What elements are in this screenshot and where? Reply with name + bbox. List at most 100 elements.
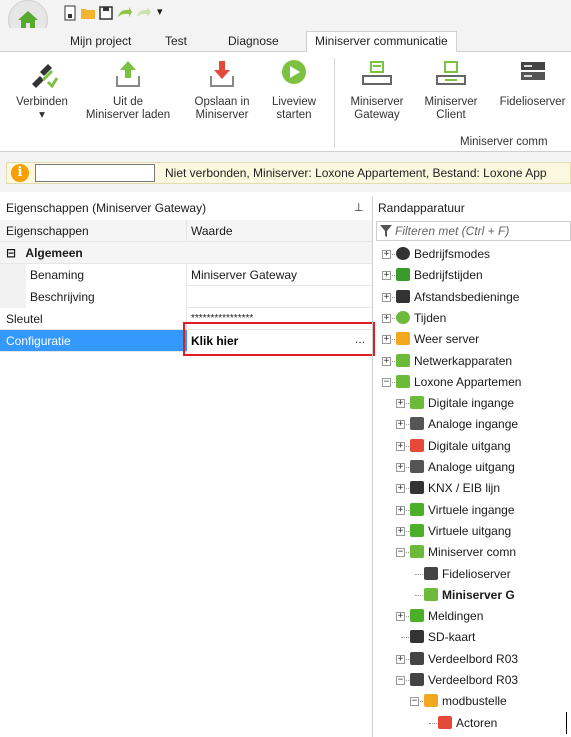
tree-item-label: Netwerkapparaten: [414, 353, 513, 368]
miniserver-gateway-button[interactable]: Miniserver Gateway: [342, 58, 412, 122]
expand-toggle-icon[interactable]: +: [382, 356, 391, 366]
tree-item-label: Verdeelbord R03: [428, 651, 519, 666]
fidelioserver-button[interactable]: Fidelioserver: [494, 58, 571, 109]
tree-item-label: Loxone Appartemen: [414, 374, 522, 389]
ribbon-separator: [334, 58, 335, 148]
tree-item[interactable]: + KNX / EIB lijn: [376, 478, 571, 499]
tree-item[interactable]: + Analoge uitgang: [376, 457, 571, 478]
expand-toggle-icon[interactable]: +: [396, 484, 405, 494]
tree-item[interactable]: − Loxone Appartemen: [376, 372, 571, 393]
expand-toggle-icon[interactable]: +: [396, 399, 405, 409]
tree-item[interactable]: + Bedrijfsmodes: [376, 244, 571, 265]
analog-output-icon: [410, 460, 424, 473]
gear-icon: [396, 247, 410, 260]
miniserver-icon: [396, 374, 410, 388]
messages-icon: [410, 609, 424, 623]
tree-item[interactable]: − Miniserver comn: [376, 542, 571, 563]
gateway-label-line2: Gateway: [354, 109, 400, 121]
property-value[interactable]: Miniserver Gateway: [186, 264, 372, 286]
tree-item[interactable]: SD-kaart: [376, 627, 571, 648]
tree-item[interactable]: + Verdeelbord R03: [376, 649, 571, 670]
group-label: Algemeen: [25, 246, 83, 260]
load-from-miniserver-button[interactable]: Uit de Miniserver laden: [80, 58, 176, 122]
virtual-input-icon: [410, 502, 424, 516]
collapse-toggle-icon[interactable]: −: [382, 377, 391, 387]
tree-item[interactable]: + Netwerkapparaten: [376, 351, 571, 372]
expand-toggle-icon[interactable]: +: [396, 612, 405, 622]
tree-item-label: Miniserver comn: [428, 545, 517, 560]
sd-card-icon: [410, 630, 424, 644]
save-to-miniserver-button[interactable]: Opslaan in Miniserver: [184, 58, 260, 122]
pin-icon[interactable]: ⊥: [354, 198, 364, 218]
digital-input-icon: [410, 396, 424, 410]
new-document-icon[interactable]: [62, 5, 78, 21]
column-header-properties[interactable]: Eigenschappen: [0, 220, 186, 242]
expand-toggle-icon[interactable]: +: [382, 271, 391, 281]
expand-toggle-icon[interactable]: +: [396, 526, 405, 536]
tree-item[interactable]: Actoren: [376, 713, 571, 734]
tree-item[interactable]: + Virtuele ingange: [376, 500, 571, 521]
expand-toggle-icon[interactable]: +: [382, 313, 391, 323]
expand-toggle-icon[interactable]: +: [396, 505, 405, 515]
tree-item[interactable]: + Digitale uitgang: [376, 436, 571, 457]
tree-item[interactable]: + Weer server: [376, 329, 571, 350]
properties-group-row[interactable]: ⊟ Algemeen: [0, 242, 372, 264]
tree-item-label: Miniserver G: [442, 587, 515, 602]
redo-icon[interactable]: [136, 5, 152, 21]
expand-toggle-icon[interactable]: +: [396, 420, 405, 430]
tree-item[interactable]: Fidelioserver: [376, 564, 571, 585]
property-value[interactable]: [186, 286, 372, 308]
tree-item[interactable]: + Digitale ingange: [376, 393, 571, 414]
property-row-benaming[interactable]: Benaming Miniserver Gateway: [0, 264, 372, 286]
tree-item[interactable]: + Bedrijfstijden: [376, 265, 571, 286]
property-row-beschrijving[interactable]: Beschrijving: [0, 286, 372, 308]
tab-mijn-project[interactable]: Mijn project: [62, 32, 139, 52]
tree-item[interactable]: + Afstandsbedieninge: [376, 287, 571, 308]
liveview-start-button[interactable]: Liveview starten: [266, 58, 322, 122]
save-label-line1: Opslaan in: [194, 96, 250, 108]
undo-icon[interactable]: [116, 5, 132, 21]
connect-button[interactable]: Verbinden ▾: [12, 58, 72, 122]
tree-filter-input[interactable]: Filteren met (Ctrl + F): [376, 221, 571, 241]
group-collapse-icon[interactable]: ⊟: [6, 246, 16, 260]
tree-item-label: SD-kaart: [428, 630, 476, 645]
save-label-line2: Miniserver: [195, 109, 249, 121]
collapse-toggle-icon[interactable]: −: [410, 697, 419, 707]
expand-toggle-icon[interactable]: +: [382, 292, 391, 302]
expand-toggle-icon[interactable]: +: [382, 250, 391, 259]
column-header-value[interactable]: Waarde: [186, 220, 372, 242]
tab-miniserver-communicatie[interactable]: Miniserver communicatie: [306, 31, 457, 53]
collapse-toggle-icon[interactable]: −: [396, 676, 405, 685]
expand-toggle-icon[interactable]: +: [382, 335, 391, 345]
tree-item[interactable]: − Verdeelbord R03: [376, 670, 571, 691]
collapse-toggle-icon[interactable]: −: [396, 548, 405, 558]
miniserver-client-button[interactable]: Miniserver Client: [416, 58, 486, 122]
expand-toggle-icon[interactable]: +: [396, 441, 405, 451]
panel-splitter[interactable]: [372, 196, 373, 737]
filter-placeholder: Filteren met (Ctrl + F): [395, 224, 510, 238]
connect-dropdown-icon[interactable]: ▾: [12, 109, 72, 122]
tree-item[interactable]: Miniserver G: [376, 585, 571, 606]
tree-item[interactable]: − modbustelle: [376, 691, 571, 712]
expand-toggle-icon[interactable]: +: [396, 654, 405, 664]
infobar-input[interactable]: [35, 164, 155, 182]
info-icon: i: [11, 164, 29, 182]
text-cursor: [566, 712, 567, 734]
server-icon: [520, 62, 545, 80]
tree-item-label: KNX / EIB lijn: [428, 481, 501, 496]
expand-toggle-icon[interactable]: +: [396, 463, 405, 472]
tree-item[interactable]: + Virtuele uitgang: [376, 521, 571, 542]
property-name: Sleutel: [6, 312, 43, 326]
save-icon[interactable]: [98, 5, 114, 21]
tab-diagnose[interactable]: Diagnose: [220, 32, 287, 52]
liveview-label-line1: Liveview: [271, 96, 317, 108]
tree-item[interactable]: + Analoge ingange: [376, 414, 571, 435]
weather-icon: [396, 332, 410, 346]
tree-item-label: Verdeelbord R03: [428, 673, 519, 687]
tree-item[interactable]: + Tijden: [376, 308, 571, 329]
fidelio-label: Fidelioserver: [499, 96, 566, 108]
tab-test[interactable]: Test: [157, 32, 195, 52]
tree-item[interactable]: + Meldingen: [376, 606, 571, 627]
open-folder-icon[interactable]: [80, 5, 96, 21]
customize-dropdown-icon[interactable]: ▾: [157, 5, 163, 18]
